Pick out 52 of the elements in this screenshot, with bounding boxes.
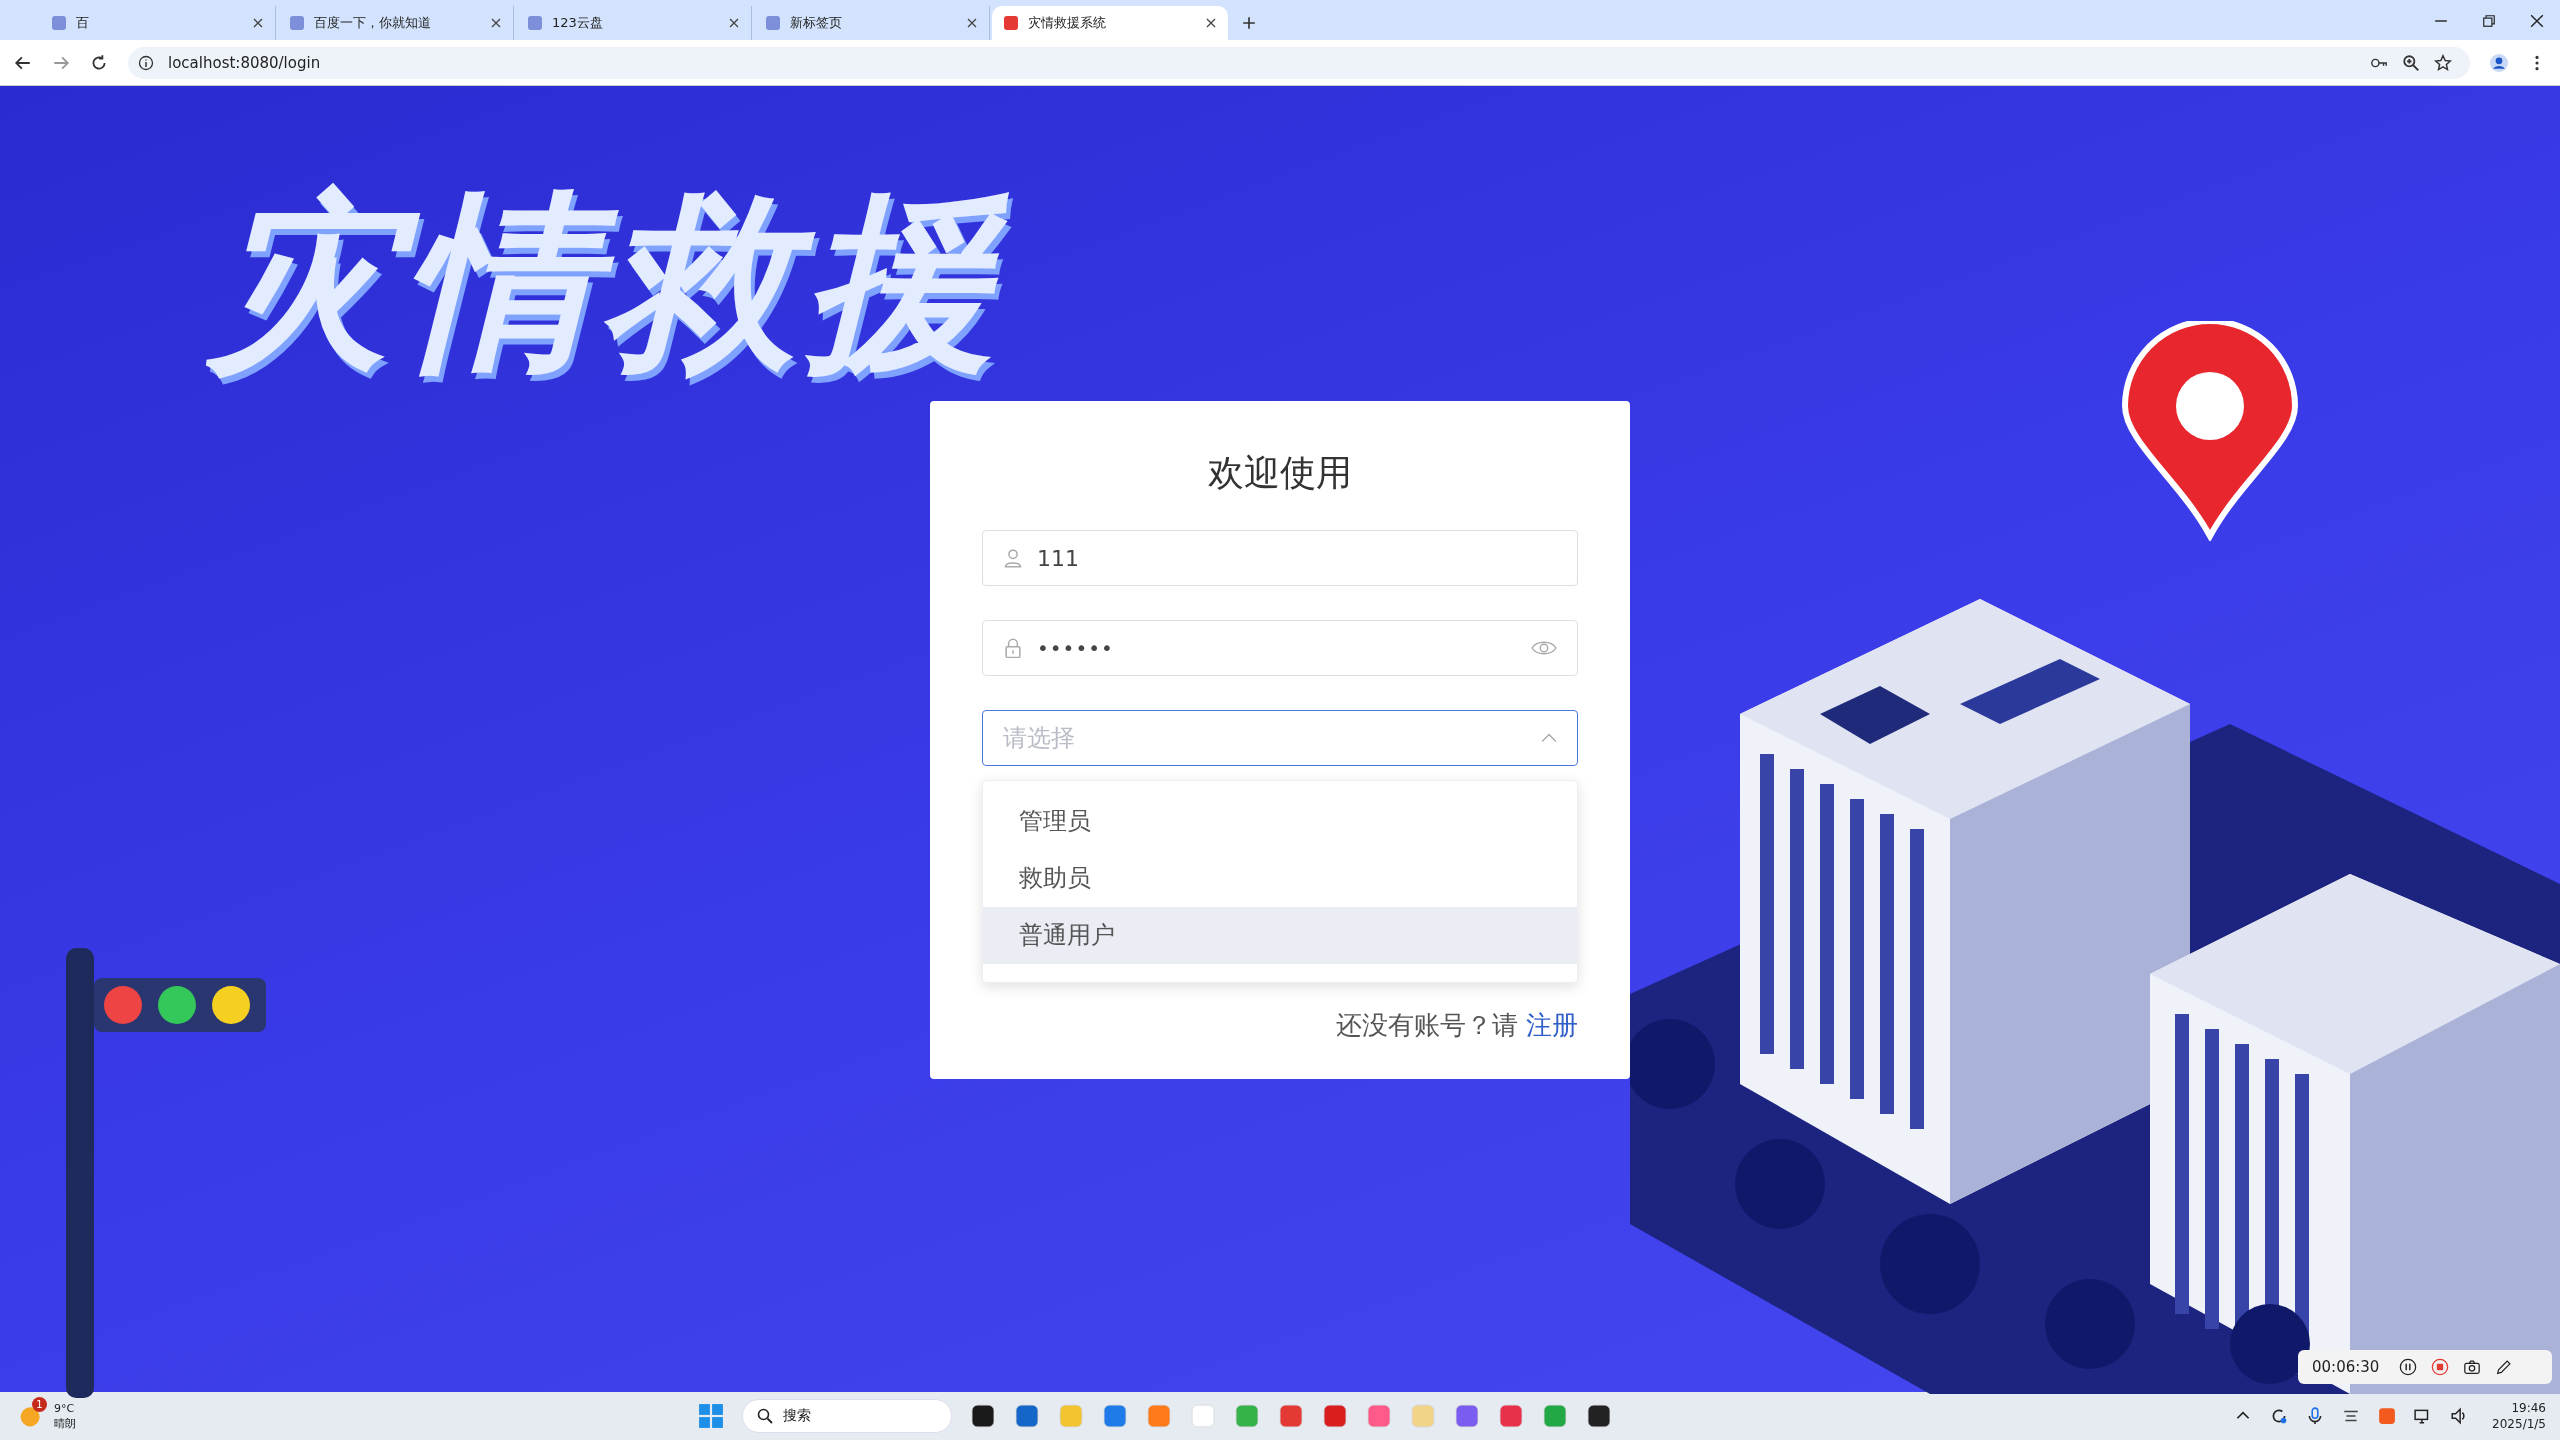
close-icon[interactable] [2530, 14, 2544, 28]
page-icon [52, 16, 66, 30]
username-field[interactable]: 111 [982, 530, 1578, 586]
temperature: 9°C [54, 1401, 76, 1416]
sync-icon[interactable] [2270, 1407, 2289, 1425]
close-icon[interactable] [491, 18, 501, 28]
user-icon [1003, 548, 1023, 568]
role-option[interactable]: 普通用户 [983, 907, 1577, 964]
password-field[interactable]: •••••• [982, 620, 1578, 676]
username-value: 111 [1037, 545, 1080, 571]
lock-icon [1003, 638, 1023, 658]
caret-icon [1541, 733, 1557, 743]
notification-badge: 1 [32, 1397, 47, 1412]
clock-time: 19:46 [2511, 1400, 2546, 1416]
app-icon[interactable] [1586, 1403, 1613, 1429]
clock[interactable]: 19:46 2025/1/5 [2492, 1400, 2546, 1432]
new-tab-icon[interactable] [1242, 16, 1256, 30]
select-placeholder: 请选择 [1003, 723, 1076, 754]
close-icon[interactable] [1206, 18, 1216, 28]
profile-icon[interactable] [2490, 53, 2508, 72]
search-icon [757, 1408, 774, 1424]
role-option[interactable]: 救助员 [983, 850, 1577, 907]
search-placeholder: 搜索 [783, 1407, 813, 1425]
register-prompt: 还没有账号？请 注册 [1334, 1009, 1578, 1042]
zoom-icon[interactable] [2402, 53, 2420, 72]
pause-icon[interactable] [2399, 1358, 2418, 1376]
camera-icon[interactable] [2463, 1358, 2482, 1376]
close-icon[interactable] [967, 18, 977, 28]
register-link[interactable]: 注册 [1526, 1010, 1578, 1040]
page-icon [766, 16, 780, 30]
hero-title: 灾情救援 [205, 164, 2560, 401]
page-icon [290, 16, 304, 30]
page-icon [1004, 16, 1018, 30]
close-icon[interactable] [253, 18, 263, 28]
page-icon [528, 16, 542, 30]
welcome-title: 欢迎使用 [1207, 451, 1353, 495]
browser-tab[interactable]: 灾情救援系统 [992, 6, 1228, 40]
close-icon[interactable] [729, 18, 739, 28]
app-icon[interactable] [970, 1403, 997, 1429]
clock-date: 2025/1/5 [2492, 1416, 2546, 1432]
start-icon[interactable] [698, 1403, 725, 1429]
reload-icon[interactable] [90, 53, 108, 72]
recording-time: 00:06:30 [2312, 1358, 2380, 1376]
address-field[interactable]: localhost:8080/login [128, 46, 2470, 79]
role-option[interactable]: 管理员 [983, 793, 1577, 850]
stop-icon[interactable] [2431, 1358, 2450, 1376]
taskbar-search[interactable]: 搜索 [742, 1399, 953, 1433]
password-value: •••••• [1037, 636, 1115, 660]
star-icon[interactable] [2434, 53, 2452, 72]
info-icon[interactable] [138, 54, 154, 71]
restore-icon[interactable] [2482, 14, 2496, 28]
weather-condition: 晴朗 [54, 1416, 76, 1431]
